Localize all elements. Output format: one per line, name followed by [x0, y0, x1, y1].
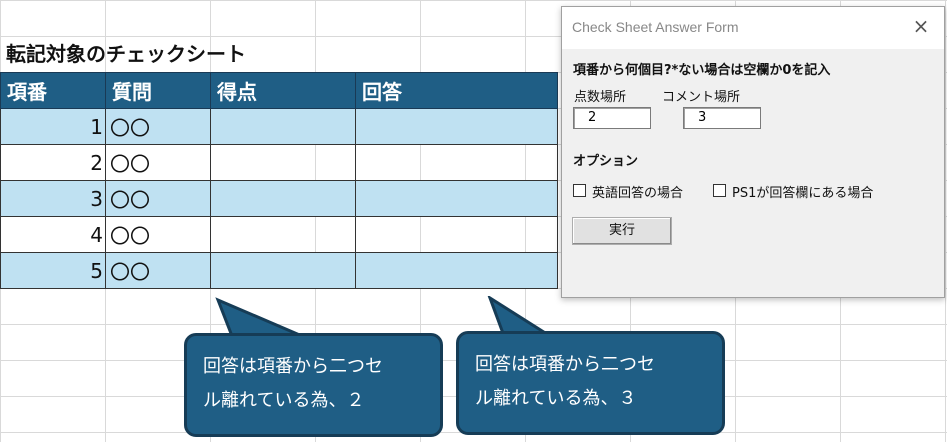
- callout-1-line1: 回答は項番から二つセ: [203, 356, 383, 377]
- cell-no[interactable]: 1: [0, 108, 106, 145]
- dialog-titlebar[interactable]: Check Sheet Answer Form ×: [562, 7, 944, 49]
- cell-score[interactable]: [210, 144, 356, 181]
- callout-1-line2: ル離れている為、２: [203, 390, 365, 411]
- answer-form-dialog: Check Sheet Answer Form × 項番から何個目?*ない場合は…: [561, 6, 945, 298]
- cell-no[interactable]: 5: [0, 252, 106, 289]
- table-row: 1 〇〇: [0, 108, 558, 145]
- table-row: 4 〇〇: [0, 216, 558, 253]
- header-no[interactable]: 項番: [0, 72, 106, 109]
- checksheet-table: 項番 質問 得点 回答 1 〇〇 2 〇〇 3 〇〇 4 〇〇 5 〇〇: [0, 72, 558, 289]
- english-answer-checkbox[interactable]: [573, 184, 586, 197]
- header-question[interactable]: 質問: [105, 72, 211, 109]
- cell-score[interactable]: [210, 216, 356, 253]
- cell-score[interactable]: [210, 180, 356, 217]
- cell-question[interactable]: 〇〇: [105, 180, 211, 217]
- table-row: 5 〇〇: [0, 252, 558, 289]
- table-row: 3 〇〇: [0, 180, 558, 217]
- cell-score[interactable]: [210, 252, 356, 289]
- score-location-label: 点数場所: [574, 90, 627, 105]
- cell-answer[interactable]: [355, 108, 558, 145]
- table-row: 2 〇〇: [0, 144, 558, 181]
- cell-answer[interactable]: [355, 252, 558, 289]
- table-header-row: 項番 質問 得点 回答: [0, 72, 558, 109]
- dialog-instruction: 項番から何個目?*ない場合は空欄か0を記入: [573, 63, 831, 78]
- cell-answer[interactable]: [355, 180, 558, 217]
- cell-score[interactable]: [210, 108, 356, 145]
- cell-no[interactable]: 2: [0, 144, 106, 181]
- cell-question[interactable]: 〇〇: [105, 108, 211, 145]
- header-answer[interactable]: 回答: [355, 72, 558, 109]
- english-answer-label[interactable]: 英語回答の場合: [592, 182, 683, 201]
- sheet-title: 転記対象のチェックシート: [6, 42, 246, 66]
- cell-question[interactable]: 〇〇: [105, 252, 211, 289]
- cell-answer[interactable]: [355, 144, 558, 181]
- callout-2-line2: ル離れている為、３: [475, 388, 637, 409]
- cell-question[interactable]: 〇〇: [105, 144, 211, 181]
- options-heading: オプション: [573, 154, 639, 169]
- ps1-label[interactable]: PS1が回答欄にある場合: [732, 182, 873, 201]
- cell-question[interactable]: 〇〇: [105, 216, 211, 253]
- ps1-checkbox[interactable]: [713, 184, 726, 197]
- callout-2-line1: 回答は項番から二つセ: [475, 354, 655, 375]
- cell-answer[interactable]: [355, 216, 558, 253]
- comment-location-input[interactable]: 3: [683, 107, 761, 129]
- callout-1-tail: [215, 297, 303, 338]
- callout-1: 回答は項番から二つセ ル離れている為、２: [184, 333, 443, 437]
- cell-no[interactable]: 3: [0, 180, 106, 217]
- execute-button[interactable]: 実行: [572, 217, 672, 245]
- dialog-title: Check Sheet Answer Form: [572, 19, 739, 35]
- close-icon[interactable]: ×: [912, 16, 930, 36]
- header-score[interactable]: 得点: [210, 72, 356, 109]
- cell-no[interactable]: 4: [0, 216, 106, 253]
- score-location-input[interactable]: 2: [573, 107, 651, 129]
- callout-2: 回答は項番から二つセ ル離れている為、３: [456, 331, 725, 435]
- comment-location-label: コメント場所: [662, 90, 741, 105]
